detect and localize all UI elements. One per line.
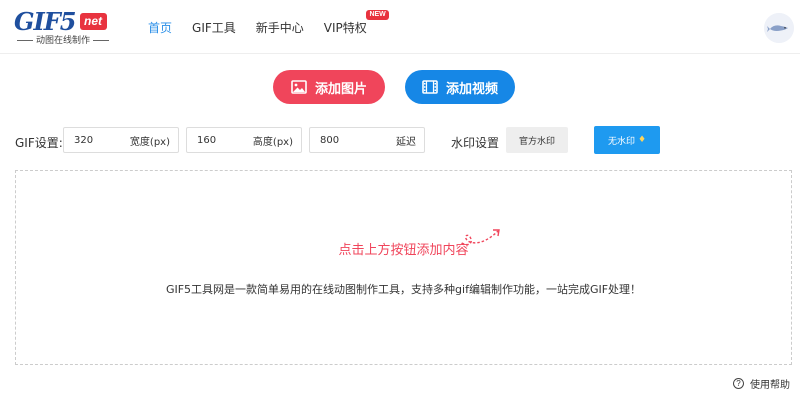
main-nav: 首页 GIF工具 新手中心 VIP特权 NEW [138,0,389,54]
add-image-label: 添加图片 [314,80,367,96]
height-input[interactable]: 160 高度(px) [186,127,302,153]
header: GIF5 net 动图在线制作 首页 GIF工具 新手中心 VIP特权 NEW [0,0,800,54]
film-icon [422,80,438,94]
nav-item-gif-tools[interactable]: GIF工具 [192,19,236,36]
height-value: 160 [197,134,217,146]
tool-description: GIF5工具网是一款简单易用的在线动图制作工具，支持多种gif编辑制作功能，一站… [165,283,642,296]
drop-zone[interactable]: 点击上方按钮添加内容 GIF5工具网是一款简单易用的在线动图制作工具，支持多种g… [15,170,792,365]
no-watermark-label: 无水印 [607,136,635,147]
avatar[interactable] [764,13,794,43]
avatar-fish-icon [764,13,794,43]
help-label: 使用帮助 [750,380,790,391]
delay-input[interactable]: 800 延迟 [309,127,425,153]
delay-value: 800 [320,134,340,146]
add-video-button[interactable]: 添加视频 [405,70,515,104]
gif-settings-label: GIF设置: [15,136,63,150]
add-image-button[interactable]: 添加图片 [273,70,385,104]
watermark-settings-label: 水印设置 [451,136,500,150]
delay-unit: 延迟 [396,136,416,148]
add-video-label: 添加视频 [445,80,498,96]
width-value: 320 [74,134,94,146]
logo-tagline: 动图在线制作 [14,36,112,46]
official-watermark-button[interactable]: 官方水印 [506,127,568,153]
new-badge: NEW [366,9,389,20]
height-unit: 高度(px) [252,136,293,148]
help-link[interactable]: ? 使用帮助 [733,376,790,391]
logo-text: GIF5 [14,7,76,36]
nav-item-vip-label: VIP特权 [323,20,367,35]
curly-arrow-icon [461,229,500,246]
logo[interactable]: GIF5 net 动图在线制作 [14,10,114,46]
add-content-hint: 点击上方按钮添加内容 [338,243,469,258]
no-watermark-button[interactable]: 无水印 ♦ [594,126,660,154]
logo-net-badge: net [80,13,107,30]
diamond-icon: ♦ [637,135,647,145]
nav-item-home[interactable]: 首页 [148,19,172,36]
image-icon [291,80,307,94]
nav-item-beginner-center[interactable]: 新手中心 [256,19,304,36]
nav-item-vip[interactable]: VIP特权 NEW [323,9,389,36]
width-input[interactable]: 320 宽度(px) [63,127,179,153]
width-unit: 宽度(px) [129,136,170,148]
question-icon: ? [733,378,744,389]
